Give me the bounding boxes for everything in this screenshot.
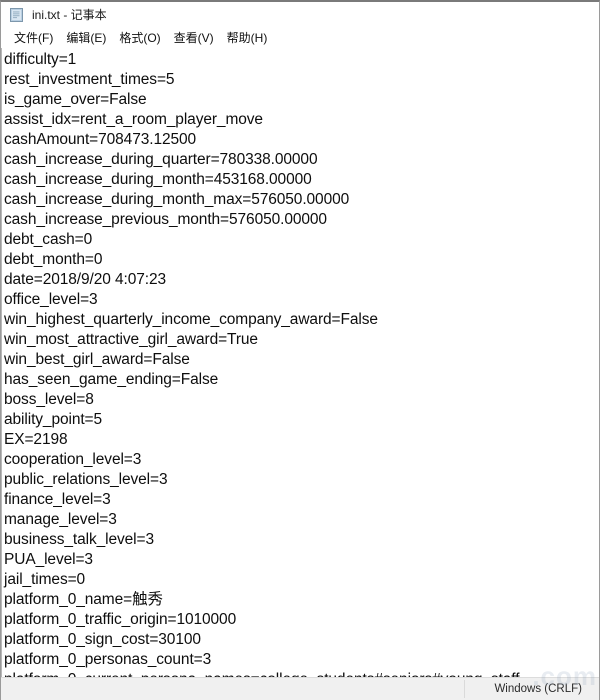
text-line: platform_0_name=触秀 xyxy=(4,591,163,608)
text-line: difficulty=1 xyxy=(4,51,77,68)
text-editor-area[interactable]: difficulty=1 rest_investment_times=5 is_ga… xyxy=(1,48,599,677)
menu-item-view[interactable]: 查看(V) xyxy=(168,29,221,47)
notepad-window: ini.txt - 记事本 文件(F) 编辑(E) 格式(O) 查看(V) 帮助… xyxy=(0,0,600,700)
menu-item-help[interactable]: 帮助(H) xyxy=(221,29,275,47)
menu-item-format[interactable]: 格式(O) xyxy=(113,29,167,47)
document-text[interactable]: difficulty=1 rest_investment_times=5 is_ga… xyxy=(2,50,599,677)
text-line: is_game_over=False xyxy=(4,91,147,108)
text-line: office_level=3 xyxy=(4,291,98,308)
menu-item-file[interactable]: 文件(F) xyxy=(8,29,60,47)
text-line: assist_idx=rent_a_room_player_move xyxy=(4,111,263,128)
text-line: platform_0_personas_count=3 xyxy=(4,651,212,668)
text-line: debt_cash=0 xyxy=(4,231,93,248)
text-line: platform_0_current_persona_names=college… xyxy=(2,670,599,677)
notepad-document-icon xyxy=(9,7,25,23)
text-line: cooperation_level=3 xyxy=(4,451,142,468)
text-line: win_most_attractive_girl_award=True xyxy=(4,331,258,348)
text-line: win_best_girl_award=False xyxy=(4,351,190,368)
text-line: rest_investment_times=5 xyxy=(4,71,175,88)
text-line: finance_level=3 xyxy=(4,491,111,508)
text-line: cash_increase_during_month=453168.00000 xyxy=(4,171,312,188)
text-line: cash_increase_during_quarter=780338.0000… xyxy=(4,151,318,168)
text-line: debt_month=0 xyxy=(4,251,103,268)
menu-bar: 文件(F) 编辑(E) 格式(O) 查看(V) 帮助(H) xyxy=(1,27,599,48)
text-line: business_talk_level=3 xyxy=(4,531,154,548)
status-line-ending: Windows (CRLF) xyxy=(494,683,582,695)
text-line: cash_increase_previous_month=576050.0000… xyxy=(4,211,327,228)
status-divider xyxy=(464,680,465,698)
text-line: boss_level=8 xyxy=(4,391,94,408)
text-line: date=2018/9/20 4:07:23 xyxy=(4,271,166,288)
text-line: ability_point=5 xyxy=(4,411,103,428)
text-line: PUA_level=3 xyxy=(4,551,93,568)
text-line: platform_0_traffic_origin=1010000 xyxy=(4,611,237,628)
status-bar: Windows (CRLF) xyxy=(1,677,599,700)
text-line: platform_0_sign_cost=30100 xyxy=(4,631,201,648)
text-line: jail_times=0 xyxy=(4,571,86,588)
menu-item-edit[interactable]: 编辑(E) xyxy=(60,29,113,47)
text-line: cashAmount=708473.12500 xyxy=(4,131,197,148)
text-line: cash_increase_during_month_max=576050.00… xyxy=(4,191,350,208)
text-line: win_highest_quarterly_income_company_awa… xyxy=(4,311,378,328)
text-line: public_relations_level=3 xyxy=(4,471,168,488)
title-bar[interactable]: ini.txt - 记事本 xyxy=(1,2,599,27)
text-line: has_seen_game_ending=False xyxy=(4,371,219,388)
text-line: manage_level=3 xyxy=(4,511,117,528)
window-title: ini.txt - 记事本 xyxy=(32,7,107,22)
text-line: EX=2198 xyxy=(4,431,68,448)
